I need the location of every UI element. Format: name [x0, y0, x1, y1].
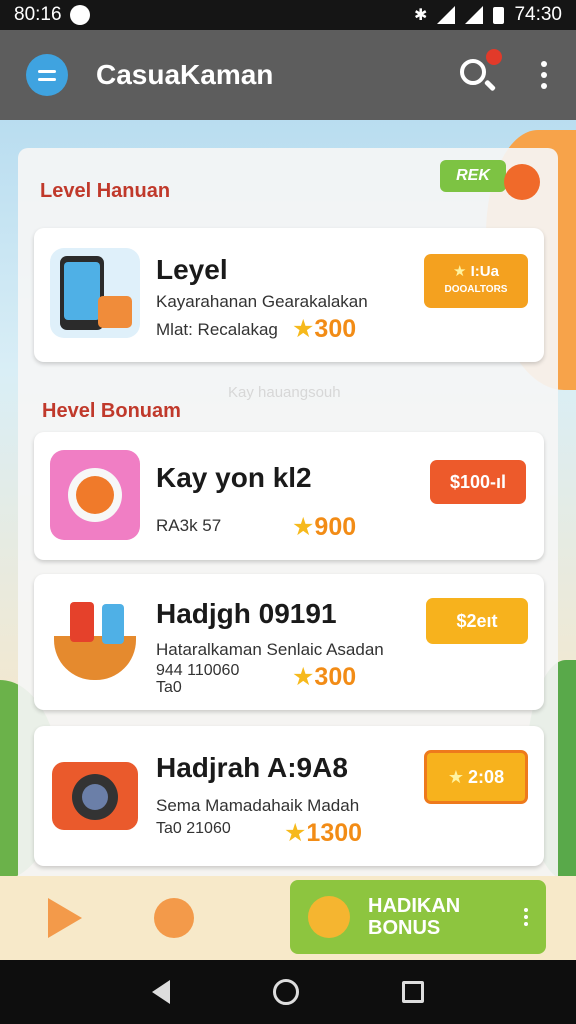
coin-reward: ★1300 [284, 819, 363, 847]
card-title: Leyel [156, 254, 228, 285]
level-card[interactable]: Hadjgh 09191 Hataralkaman Senlaic Asadan… [34, 574, 544, 710]
camera-icon [50, 748, 140, 838]
bonus-label: HADIKAN BONUS [368, 895, 461, 939]
basket-icon [50, 594, 140, 684]
bonus-button[interactable]: HADIKAN BONUS [290, 880, 546, 954]
card-sub: Ta0 21060 [156, 820, 231, 837]
more-vert-icon[interactable] [538, 61, 550, 89]
status-clock: 74:30 [514, 4, 562, 25]
card-sub: RA3k 57 [156, 516, 222, 535]
star-icon: ★ [292, 513, 315, 541]
new-chip: REK [440, 160, 506, 192]
card-desc: Kayarahanan Gearakalakan [156, 292, 368, 311]
faint-caption: Kay hauangsouh [228, 384, 341, 401]
reward-button[interactable]: ★ I:Ua DOOALTORS [424, 254, 528, 308]
reward-button[interactable]: ★ 2:08 [424, 750, 528, 804]
more-icon[interactable] [524, 908, 528, 926]
play-icon[interactable] [48, 898, 88, 938]
card-title: Kay yon kl2 [156, 462, 312, 493]
level-card[interactable]: Kay yon kl2 RA3k 57 ★900 $100-ıl [34, 432, 544, 560]
card-sub: 944 110060 Ta0 [156, 662, 240, 696]
recents-icon[interactable] [402, 981, 425, 1003]
phone-icon [50, 248, 140, 338]
signal-icon [465, 6, 484, 24]
flower-icon [504, 164, 540, 200]
reward-button[interactable]: $100-ıl [430, 460, 526, 504]
card-desc: Sema Mamadahaik Madah [156, 796, 360, 815]
battery-icon [493, 6, 505, 24]
pig-icon [308, 896, 350, 938]
search-icon[interactable] [458, 49, 502, 95]
home-icon[interactable] [272, 979, 299, 1005]
status-time: 80:16 [14, 4, 62, 25]
star-icon: ★ [292, 663, 315, 691]
coin-icon[interactable] [154, 898, 194, 938]
coin-reward: ★900 [292, 513, 357, 541]
section-heading-bonus: Hevel Bonuam [42, 400, 181, 422]
level-card[interactable]: Leyel Kayarahanan Gearakalakan Mlat: Rec… [34, 228, 544, 362]
menu-icon[interactable] [26, 54, 68, 96]
notification-badge [486, 49, 502, 65]
star-icon: ★ [292, 315, 315, 343]
coin-reward: ★300 [292, 315, 357, 343]
app-title: CasuaKaman [96, 59, 274, 90]
card-title: Hadjgh 09191 [156, 598, 337, 629]
reward-button[interactable]: $2eıt [426, 598, 528, 644]
wifi-icon [437, 6, 456, 24]
system-nav-bar [0, 960, 576, 1024]
card-desc: Hataralkaman Senlaic Asadan [156, 640, 384, 659]
camera-app-icon [50, 450, 140, 540]
card-sub: Mlat: Recalakag [156, 320, 278, 339]
status-bar: 80:16 ✱ 74:30 [0, 0, 576, 30]
card-title: Hadjrah A:9A8 [156, 752, 348, 783]
coin-reward: ★300 [292, 663, 357, 691]
notification-icon [69, 5, 90, 25]
back-icon[interactable] [151, 980, 170, 1004]
bluetooth-icon: ✱ [414, 7, 428, 24]
app-bar: CasuaKaman [0, 30, 576, 120]
section-heading-levels: Level Hanuan [40, 180, 171, 202]
level-card[interactable]: Hadjrah A:9A8 Sema Mamadahaik Madah Ta0 … [34, 726, 544, 866]
star-icon: ★ [284, 819, 307, 847]
